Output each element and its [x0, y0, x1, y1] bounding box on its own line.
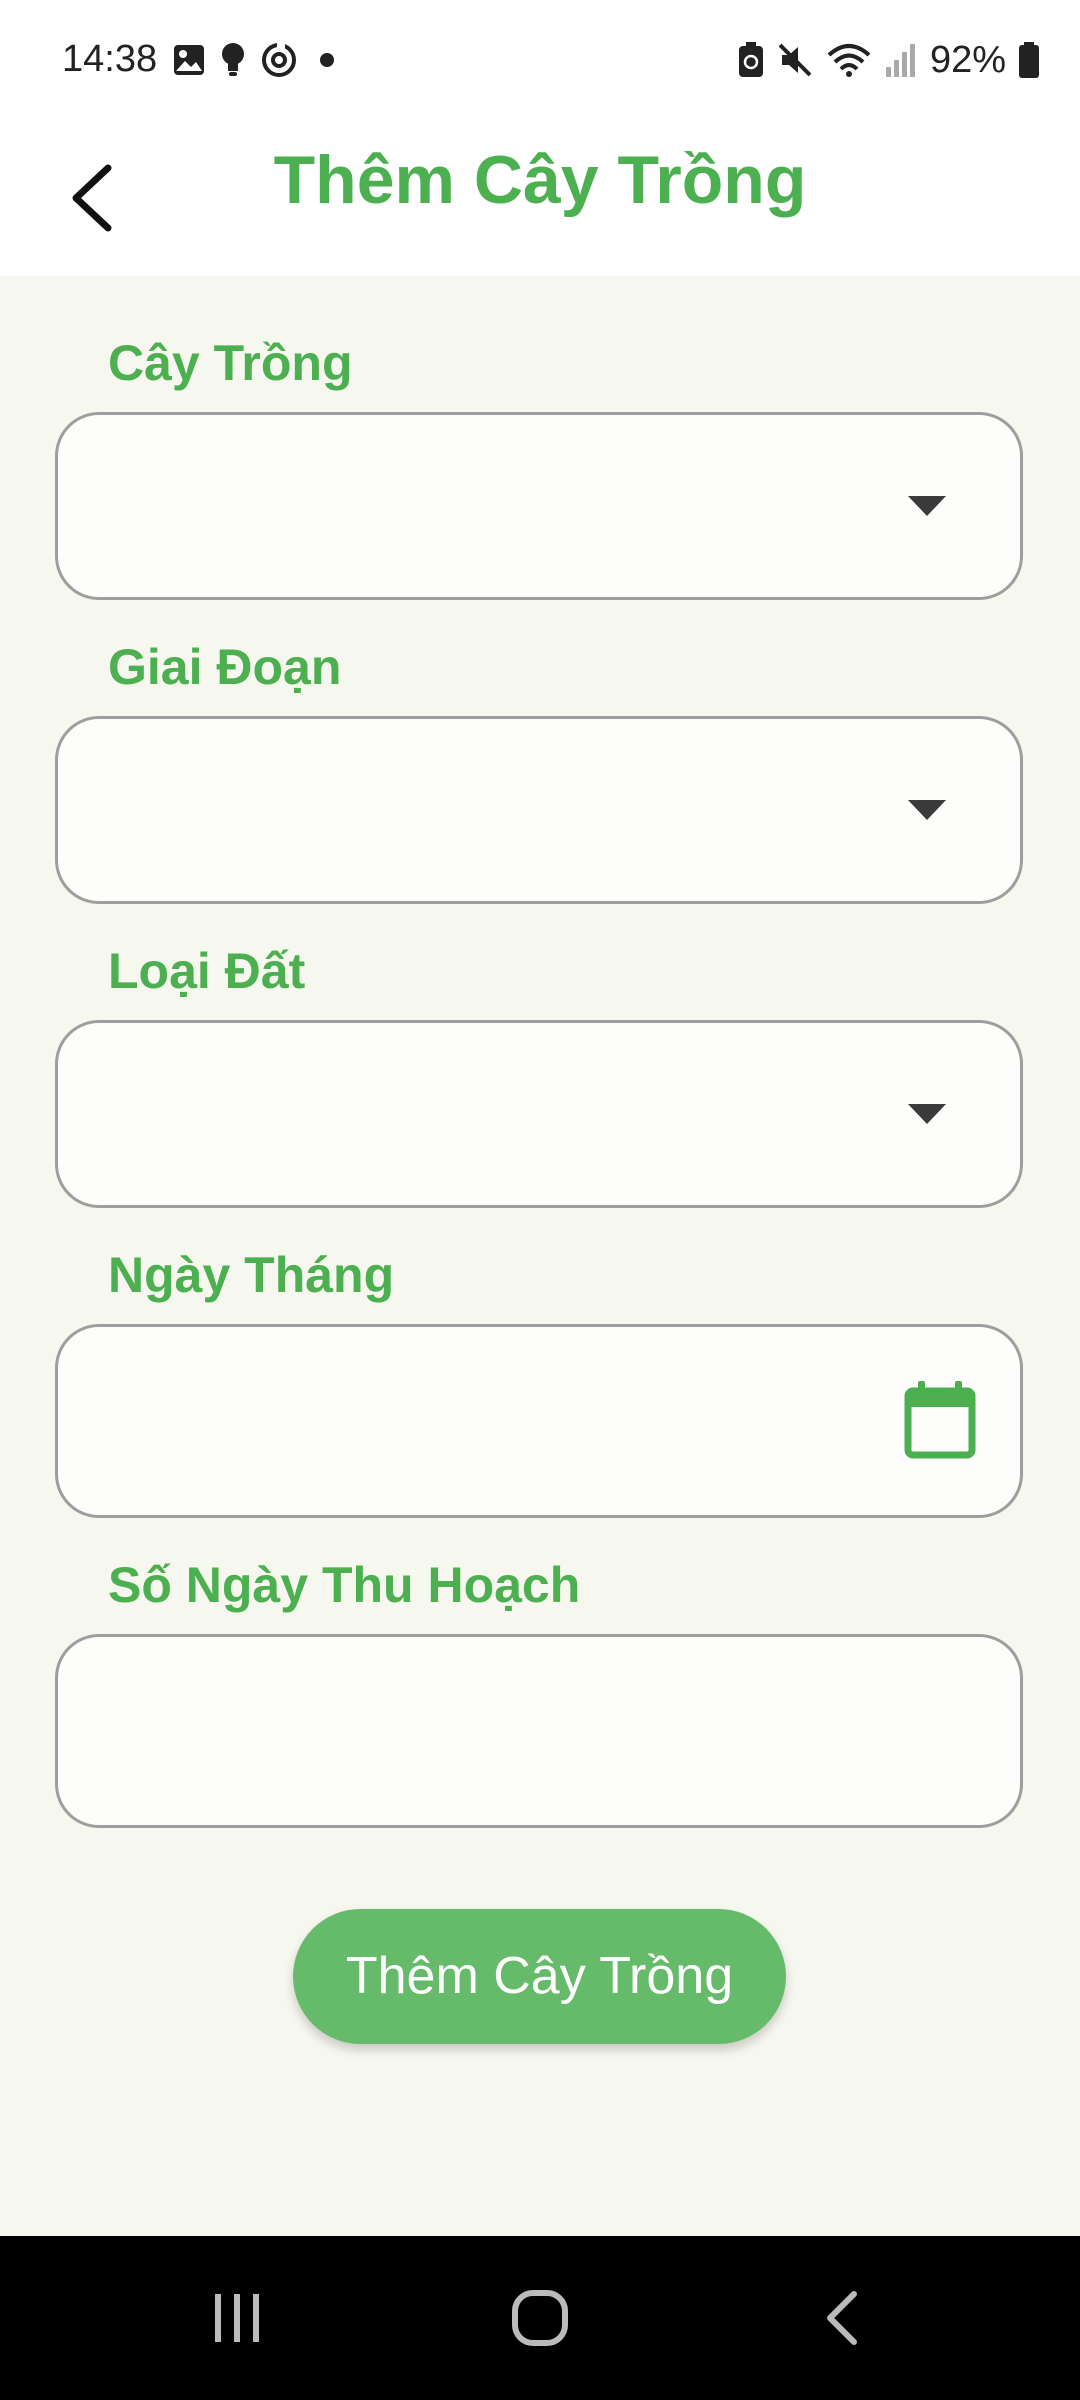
mute-icon	[778, 43, 812, 77]
status-time: 14:38	[62, 38, 158, 80]
date-field[interactable]	[55, 1324, 1023, 1518]
status-right: 92%	[738, 36, 1040, 84]
battery-percentage: 92%	[929, 38, 1006, 81]
add-crop-button[interactable]: Thêm Cây Trồng	[293, 1909, 786, 2044]
dropdown-arrow-icon	[908, 496, 946, 516]
home-button[interactable]	[460, 2236, 620, 2400]
stage-dropdown[interactable]	[55, 716, 1023, 904]
date-label: Ngày Tháng	[108, 1247, 395, 1303]
harvest-days-input[interactable]	[55, 1634, 1023, 1828]
soil-type-label: Loại Đất	[108, 943, 306, 999]
sync-icon	[262, 43, 296, 77]
harvest-days-label: Số Ngày Thu Hoạch	[108, 1557, 581, 1613]
dropdown-arrow-icon	[908, 1104, 946, 1124]
battery-saver-icon	[738, 42, 763, 77]
dropdown-arrow-icon	[908, 800, 946, 820]
system-back-button[interactable]	[762, 2236, 922, 2400]
back-icon	[827, 2291, 857, 2345]
calendar-icon[interactable]	[904, 1379, 976, 1459]
crop-dropdown[interactable]	[55, 412, 1023, 600]
stage-label: Giai Đoạn	[108, 639, 342, 695]
crop-label: Cây Trồng	[108, 335, 353, 391]
wifi-icon	[827, 44, 871, 77]
notification-icons	[172, 40, 342, 80]
navigation-bar	[0, 2236, 1080, 2400]
soil-type-dropdown[interactable]	[55, 1020, 1023, 1208]
signal-icon	[885, 44, 915, 77]
battery-icon	[1019, 42, 1039, 78]
gallery-icon	[174, 45, 204, 75]
home-icon	[512, 2290, 568, 2346]
status-bar: 14:38 92%	[0, 0, 1080, 120]
app-bar: Thêm Cây Trồng	[0, 120, 1080, 276]
dot-icon	[320, 53, 334, 67]
recent-apps-button[interactable]	[157, 2236, 317, 2400]
page-title: Thêm Cây Trồng	[273, 142, 807, 218]
recent-apps-icon	[215, 2294, 259, 2342]
lightbulb-icon	[222, 43, 244, 76]
